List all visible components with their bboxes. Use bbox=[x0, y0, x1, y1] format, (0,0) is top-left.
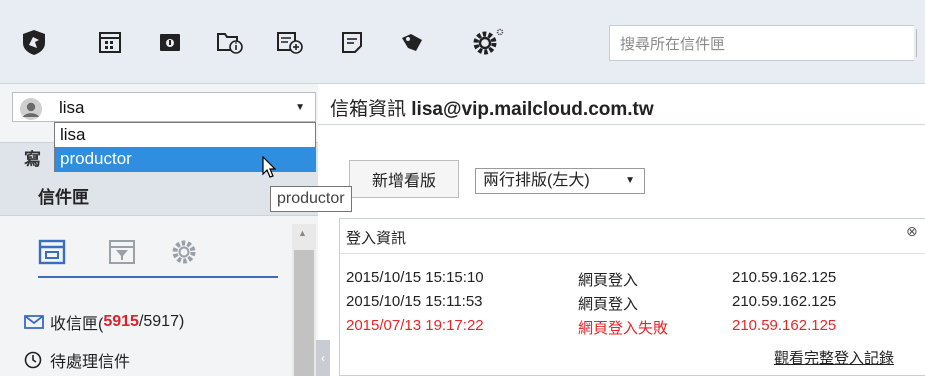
layout-select[interactable]: 兩行排版(左大) ▼ bbox=[475, 168, 645, 194]
add-view-button[interactable]: 新增看版 bbox=[349, 160, 459, 198]
login-time: 2015/10/15 15:15:10 bbox=[346, 269, 484, 286]
tag-icon[interactable] bbox=[394, 24, 430, 60]
login-ip: 210.59.162.125 bbox=[732, 317, 837, 334]
login-type: 網頁登入失敗 bbox=[578, 320, 669, 337]
mouse-cursor-icon bbox=[262, 156, 277, 178]
archive-icon[interactable] bbox=[152, 24, 188, 60]
chevron-down-icon: ▼ bbox=[295, 102, 305, 113]
layout-select-value: 兩行排版(左大) bbox=[483, 172, 590, 189]
inbox-total-count: /5917) bbox=[138, 313, 185, 330]
folder-info-icon[interactable] bbox=[212, 24, 248, 60]
login-time: 2015/07/13 19:17:22 bbox=[346, 317, 484, 334]
panel-divider bbox=[340, 253, 925, 254]
close-icon[interactable]: ⊗ bbox=[906, 223, 918, 240]
compose-label-clipped[interactable]: 寫 bbox=[24, 145, 41, 170]
inbox-unread-count: 5915 bbox=[103, 313, 139, 330]
clock-icon bbox=[24, 351, 46, 369]
settings-tab-icon[interactable] bbox=[170, 238, 198, 266]
scrollbar-thumb[interactable] bbox=[294, 250, 314, 376]
envelope-icon bbox=[24, 315, 46, 329]
search-input[interactable]: 搜尋所在信件匣 bbox=[609, 25, 914, 61]
sidebar-collapse-handle[interactable]: ‹ bbox=[316, 340, 330, 376]
title-divider bbox=[318, 124, 925, 125]
view-full-login-log-link[interactable]: 觀看完整登入記錄 bbox=[774, 347, 894, 368]
page-title-address: lisa@vip.mailcloud.com.tw bbox=[411, 99, 654, 120]
folder-pending[interactable]: 待處理信件 bbox=[24, 348, 130, 372]
tab-underline bbox=[38, 276, 278, 278]
gear-icon[interactable] bbox=[470, 24, 506, 60]
account-option[interactable]: lisa bbox=[55, 123, 315, 147]
account-selected: lisa bbox=[59, 98, 85, 117]
login-info-panel: 登入資訊 ⊗ 2015/10/15 15:15:10 網頁登入 210.59.1… bbox=[339, 218, 925, 376]
top-toolbar: 搜尋所在信件匣 bbox=[0, 0, 925, 84]
login-ip: 210.59.162.125 bbox=[732, 293, 837, 310]
avatar bbox=[20, 98, 42, 120]
mailbox-label: 信件匣 bbox=[38, 188, 89, 207]
scroll-up-icon[interactable]: ▲ bbox=[298, 228, 307, 238]
folder-pending-label: 待處理信件 bbox=[50, 354, 131, 371]
filter-tab-icon[interactable] bbox=[108, 238, 136, 266]
folder-tab-icon[interactable] bbox=[38, 238, 66, 266]
chevron-down-icon: ▼ bbox=[625, 175, 635, 186]
folder-inbox[interactable]: 收信匣(5915/5917) bbox=[24, 310, 184, 334]
toolbar-divider bbox=[916, 29, 917, 57]
folder-inbox-label: 收信匣( bbox=[50, 316, 104, 333]
login-type: 網頁登入 bbox=[578, 296, 639, 313]
page-title: 信箱資訊 lisa@vip.mailcloud.com.tw bbox=[330, 94, 654, 121]
tooltip: productor bbox=[270, 186, 352, 212]
logo-icon[interactable] bbox=[16, 24, 52, 60]
login-type: 網頁登入 bbox=[578, 272, 639, 289]
login-ip: 210.59.162.125 bbox=[732, 269, 837, 286]
login-panel-title: 登入資訊 bbox=[346, 230, 407, 247]
folder-tabs bbox=[0, 224, 290, 286]
compose-icon[interactable] bbox=[272, 24, 308, 60]
page-title-lead: 信箱資訊 bbox=[330, 99, 412, 120]
calendar-icon[interactable] bbox=[92, 24, 128, 60]
note-icon[interactable] bbox=[334, 24, 370, 60]
account-select[interactable]: lisa ▼ bbox=[12, 92, 316, 122]
login-time: 2015/10/15 15:11:53 bbox=[346, 293, 483, 310]
